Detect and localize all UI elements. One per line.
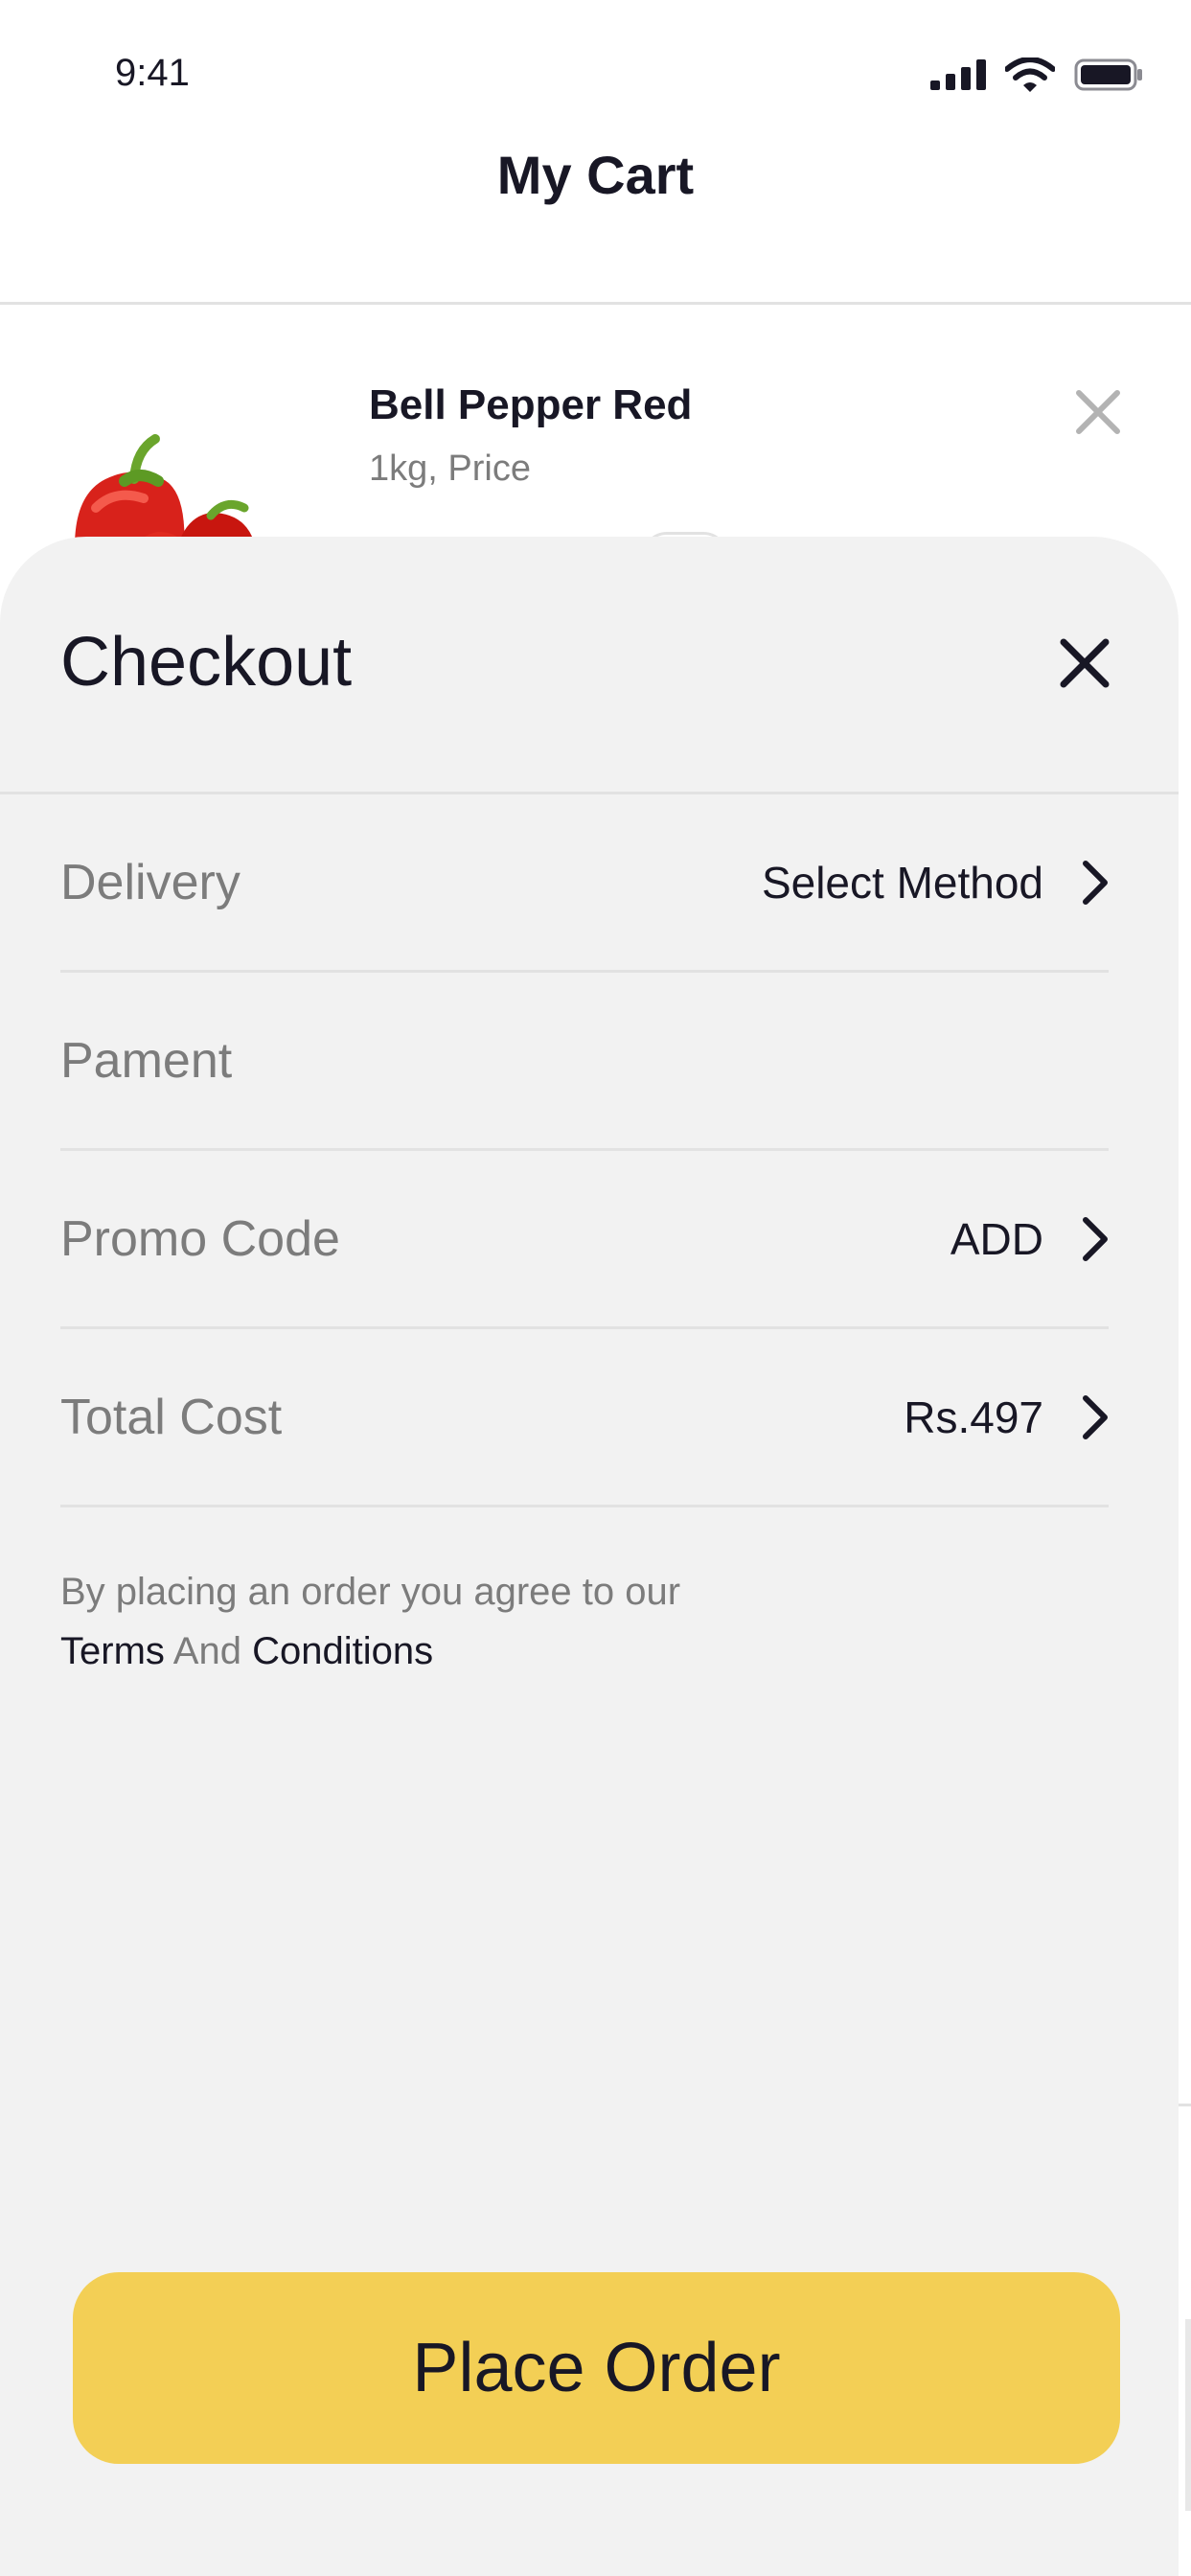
payment-row[interactable]: Pament <box>60 973 1109 1151</box>
wifi-icon <box>1005 58 1055 92</box>
status-icons <box>930 58 1143 92</box>
my-cart-screen: 9:41 My Cart Bell Pepper Red 1kg, Price … <box>0 0 1191 2576</box>
total-cost-row[interactable]: Total Cost Rs.497 <box>60 1329 1109 1507</box>
close-icon <box>1076 390 1120 434</box>
promo-code-row[interactable]: Promo Code ADD <box>60 1151 1109 1329</box>
status-time: 9:41 <box>115 52 190 94</box>
checkout-title: Checkout <box>60 624 353 701</box>
payment-label: Pament <box>60 1032 233 1089</box>
terms-notice: By placing an order you agree to our Ter… <box>60 1562 680 1681</box>
chevron-right-icon <box>1083 860 1108 905</box>
battery-icon <box>1074 58 1142 91</box>
delivery-value: Select Method <box>761 857 1043 908</box>
promo-code-value: ADD <box>950 1213 1043 1264</box>
delivery-label: Delivery <box>60 854 240 910</box>
header-divider <box>0 302 1191 305</box>
background-edge <box>1185 2319 1191 2511</box>
item-name: Bell Pepper Red <box>369 381 693 428</box>
total-cost-label: Total Cost <box>60 1389 283 1445</box>
close-icon <box>1060 638 1110 688</box>
place-order-button[interactable]: Place Order <box>73 2272 1120 2464</box>
delivery-row[interactable]: Delivery Select Method <box>60 794 1109 973</box>
conditions-link[interactable]: Conditions <box>252 1630 433 1672</box>
promo-code-label: Promo Code <box>60 1210 340 1267</box>
cellular-signal-icon <box>930 59 986 90</box>
total-cost-value: Rs.497 <box>904 1392 1043 1442</box>
item-subtitle: 1kg, Price <box>369 448 531 489</box>
page-title: My Cart <box>496 145 695 205</box>
chevron-right-icon <box>1083 1216 1108 1261</box>
chevron-right-icon <box>1083 1394 1108 1439</box>
terms-conjunction: And <box>172 1630 241 1672</box>
remove-item-button[interactable] <box>1071 385 1125 439</box>
checkout-sheet: Checkout Delivery Select Method Pament P… <box>0 537 1179 2576</box>
terms-link[interactable]: Terms <box>60 1630 165 1672</box>
close-checkout-button[interactable] <box>1054 632 1115 694</box>
terms-prefix: By placing an order you agree to our <box>60 1571 681 1613</box>
